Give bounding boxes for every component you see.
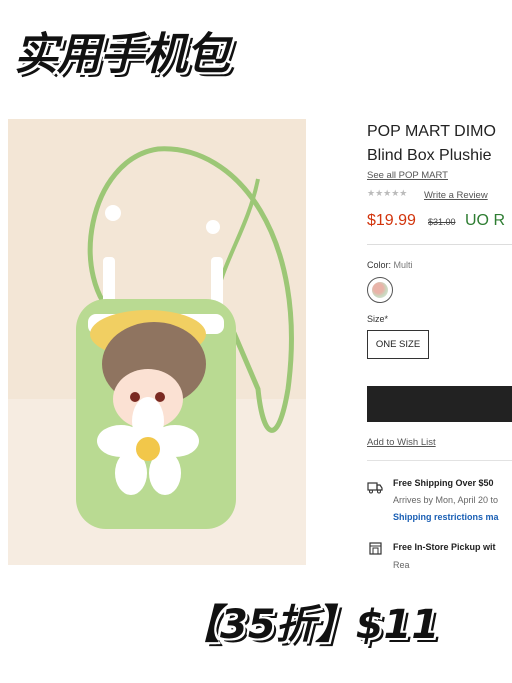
brand-link[interactable]: See all POP MART: [367, 170, 448, 181]
write-review-link[interactable]: Write a Review: [424, 190, 488, 201]
product-title: POP MART DIMO Blind Box Plushie: [367, 120, 496, 168]
add-to-cart-button[interactable]: [367, 386, 512, 422]
product-title-line1: POP MART DIMO: [367, 123, 496, 140]
color-swatch-multi[interactable]: [367, 277, 393, 303]
divider: [367, 460, 512, 461]
pickup-title: Free In-Store Pickup wit: [393, 542, 496, 552]
product-detail-panel: POP MART DIMO Blind Box Plushie See all …: [360, 110, 512, 570]
product-image: [8, 119, 306, 565]
shipping-restrictions-link[interactable]: Shipping restrictions ma: [393, 512, 499, 522]
divider: [367, 244, 512, 245]
size-label: Size*: [367, 314, 389, 324]
rating-stars: ★★★★★: [367, 189, 408, 199]
shipping-eta: Arrives by Mon, April 20 to: [393, 495, 499, 505]
top-banner-title: 实用手机包: [14, 29, 230, 80]
color-label: Color: Multi: [367, 260, 413, 270]
size-option-one-size[interactable]: ONE SIZE: [367, 330, 429, 359]
bottom-banner-discount: 【35折】$11: [180, 602, 440, 648]
sale-price: $19.99: [367, 212, 416, 229]
pickup-subtitle: Rea: [393, 560, 410, 570]
shipping-title: Free Shipping Over $50: [393, 478, 494, 488]
truck-icon: [367, 482, 383, 494]
swatch-image: [372, 282, 388, 298]
product-photo[interactable]: [8, 119, 306, 565]
uo-rewards-price: UO R: [465, 212, 505, 229]
color-label-text: Color:: [367, 260, 392, 270]
product-title-line2: Blind Box Plushie: [367, 147, 492, 164]
original-price: $31.00: [428, 217, 456, 227]
color-value: Multi: [393, 260, 413, 270]
add-to-wish-list-link[interactable]: Add to Wish List: [367, 437, 436, 448]
store-icon: [369, 542, 382, 555]
